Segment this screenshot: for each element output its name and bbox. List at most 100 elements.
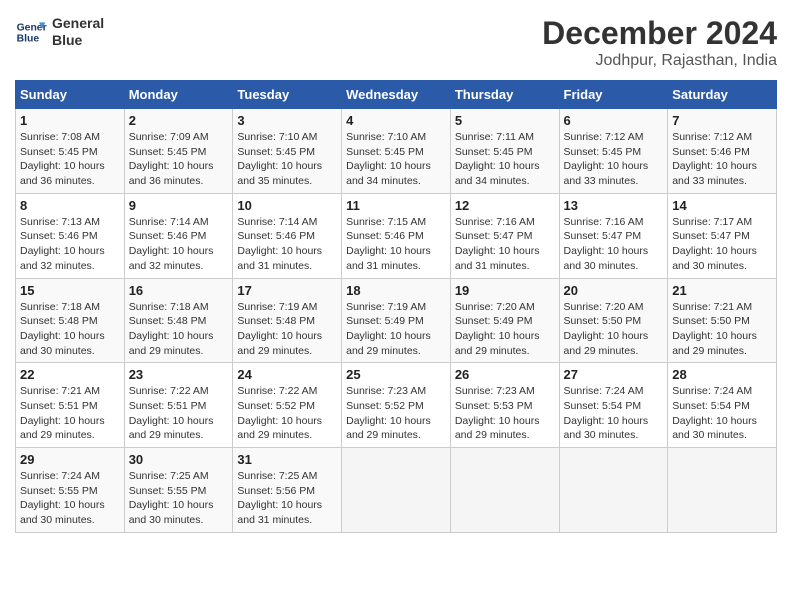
day-number: 7 (672, 113, 772, 128)
day-info: Sunrise: 7:14 AM Sunset: 5:46 PM Dayligh… (237, 215, 337, 274)
calendar-day-cell (342, 448, 451, 533)
header-day-wednesday: Wednesday (342, 81, 451, 109)
svg-text:Blue: Blue (17, 33, 40, 44)
day-info: Sunrise: 7:25 AM Sunset: 5:55 PM Dayligh… (129, 469, 229, 528)
day-info: Sunrise: 7:25 AM Sunset: 5:56 PM Dayligh… (237, 469, 337, 528)
day-number: 27 (564, 367, 664, 382)
calendar-week-row: 15 Sunrise: 7:18 AM Sunset: 5:48 PM Dayli… (16, 278, 777, 363)
calendar-day-cell: 26Sunrise: 7:23 AM Sunset: 5:53 PM Dayli… (450, 363, 559, 448)
calendar-table: SundayMondayTuesdayWednesdayThursdayFrid… (15, 80, 777, 533)
calendar-day-cell: 14 Sunrise: 7:17 AM Sunset: 5:47 PM Dayli… (668, 193, 777, 278)
calendar-day-cell: 8 Sunrise: 7:13 AM Sunset: 5:46 PM Daylig… (16, 193, 125, 278)
day-info: Sunrise: 7:22 AM Sunset: 5:51 PM Dayligh… (129, 384, 229, 443)
calendar-day-cell: 21Sunrise: 7:21 AM Sunset: 5:50 PM Dayli… (668, 278, 777, 363)
calendar-day-cell: 30 Sunrise: 7:25 AM Sunset: 5:55 PM Dayli… (124, 448, 233, 533)
day-number: 1 (20, 113, 120, 128)
day-number: 26 (455, 367, 555, 382)
calendar-day-cell: 27 Sunrise: 7:24 AM Sunset: 5:54 PM Dayli… (559, 363, 668, 448)
day-info: Sunrise: 7:13 AM Sunset: 5:46 PM Dayligh… (20, 215, 120, 274)
calendar-week-row: 29Sunrise: 7:24 AM Sunset: 5:55 PM Dayli… (16, 448, 777, 533)
logo-icon: General Blue (15, 16, 47, 48)
calendar-day-cell: 29Sunrise: 7:24 AM Sunset: 5:55 PM Dayli… (16, 448, 125, 533)
day-number: 30 (129, 452, 229, 467)
day-info: Sunrise: 7:23 AM Sunset: 5:52 PM Dayligh… (346, 384, 446, 443)
day-info: Sunrise: 7:17 AM Sunset: 5:47 PM Dayligh… (672, 215, 772, 274)
day-number: 29 (20, 452, 120, 467)
day-info: Sunrise: 7:18 AM Sunset: 5:48 PM Dayligh… (129, 300, 229, 359)
day-info: Sunrise: 7:18 AM Sunset: 5:48 PM Dayligh… (20, 300, 120, 359)
calendar-day-cell: 7 Sunrise: 7:12 AM Sunset: 5:46 PM Daylig… (668, 109, 777, 194)
day-number: 9 (129, 198, 229, 213)
day-number: 2 (129, 113, 229, 128)
day-info: Sunrise: 7:10 AM Sunset: 5:45 PM Dayligh… (346, 130, 446, 189)
day-info: Sunrise: 7:15 AM Sunset: 5:46 PM Dayligh… (346, 215, 446, 274)
day-number: 18 (346, 283, 446, 298)
calendar-day-cell: 16 Sunrise: 7:18 AM Sunset: 5:48 PM Dayli… (124, 278, 233, 363)
day-info: Sunrise: 7:16 AM Sunset: 5:47 PM Dayligh… (455, 215, 555, 274)
day-info: Sunrise: 7:20 AM Sunset: 5:50 PM Dayligh… (564, 300, 664, 359)
calendar-day-cell: 18 Sunrise: 7:19 AM Sunset: 5:49 PM Dayli… (342, 278, 451, 363)
header-day-sunday: Sunday (16, 81, 125, 109)
day-info: Sunrise: 7:24 AM Sunset: 5:54 PM Dayligh… (564, 384, 664, 443)
calendar-day-cell: 2 Sunrise: 7:09 AM Sunset: 5:45 PM Daylig… (124, 109, 233, 194)
calendar-day-cell: 25 Sunrise: 7:23 AM Sunset: 5:52 PM Dayli… (342, 363, 451, 448)
logo-line1: General (52, 15, 104, 32)
calendar-day-cell: 28Sunrise: 7:24 AM Sunset: 5:54 PM Dayli… (668, 363, 777, 448)
header-day-friday: Friday (559, 81, 668, 109)
logo: General Blue General Blue (15, 15, 104, 49)
day-info: Sunrise: 7:19 AM Sunset: 5:49 PM Dayligh… (346, 300, 446, 359)
calendar-week-row: 22 Sunrise: 7:21 AM Sunset: 5:51 PM Dayli… (16, 363, 777, 448)
day-number: 19 (455, 283, 555, 298)
calendar-day-cell: 17 Sunrise: 7:19 AM Sunset: 5:48 PM Dayli… (233, 278, 342, 363)
calendar-day-cell (559, 448, 668, 533)
day-number: 6 (564, 113, 664, 128)
header-day-tuesday: Tuesday (233, 81, 342, 109)
logo-line2: Blue (52, 32, 104, 49)
day-info: Sunrise: 7:08 AM Sunset: 5:45 PM Dayligh… (20, 130, 120, 189)
day-number: 5 (455, 113, 555, 128)
calendar-header-row: SundayMondayTuesdayWednesdayThursdayFrid… (16, 81, 777, 109)
day-number: 22 (20, 367, 120, 382)
day-info: Sunrise: 7:19 AM Sunset: 5:48 PM Dayligh… (237, 300, 337, 359)
day-number: 3 (237, 113, 337, 128)
day-number: 8 (20, 198, 120, 213)
header-day-monday: Monday (124, 81, 233, 109)
calendar-week-row: 8 Sunrise: 7:13 AM Sunset: 5:46 PM Daylig… (16, 193, 777, 278)
calendar-title: December 2024 (542, 15, 777, 52)
calendar-subtitle: Jodhpur, Rajasthan, India (542, 52, 777, 70)
day-number: 13 (564, 198, 664, 213)
day-number: 11 (346, 198, 446, 213)
day-number: 24 (237, 367, 337, 382)
logo-text: General Blue (52, 15, 104, 49)
calendar-day-cell: 9 Sunrise: 7:14 AM Sunset: 5:46 PM Daylig… (124, 193, 233, 278)
day-number: 31 (237, 452, 337, 467)
calendar-day-cell: 11 Sunrise: 7:15 AM Sunset: 5:46 PM Dayli… (342, 193, 451, 278)
page-header: General Blue General Blue December 2024 … (15, 15, 777, 70)
day-number: 20 (564, 283, 664, 298)
day-info: Sunrise: 7:21 AM Sunset: 5:51 PM Dayligh… (20, 384, 120, 443)
day-info: Sunrise: 7:12 AM Sunset: 5:46 PM Dayligh… (672, 130, 772, 189)
day-number: 23 (129, 367, 229, 382)
day-number: 15 (20, 283, 120, 298)
day-number: 16 (129, 283, 229, 298)
calendar-day-cell: 1 Sunrise: 7:08 AM Sunset: 5:45 PM Daylig… (16, 109, 125, 194)
calendar-day-cell: 19Sunrise: 7:20 AM Sunset: 5:49 PM Dayli… (450, 278, 559, 363)
day-number: 14 (672, 198, 772, 213)
day-info: Sunrise: 7:16 AM Sunset: 5:47 PM Dayligh… (564, 215, 664, 274)
day-info: Sunrise: 7:14 AM Sunset: 5:46 PM Dayligh… (129, 215, 229, 274)
day-info: Sunrise: 7:11 AM Sunset: 5:45 PM Dayligh… (455, 130, 555, 189)
calendar-day-cell: 13 Sunrise: 7:16 AM Sunset: 5:47 PM Dayli… (559, 193, 668, 278)
day-number: 25 (346, 367, 446, 382)
calendar-day-cell: 22 Sunrise: 7:21 AM Sunset: 5:51 PM Dayli… (16, 363, 125, 448)
header-day-saturday: Saturday (668, 81, 777, 109)
day-info: Sunrise: 7:22 AM Sunset: 5:52 PM Dayligh… (237, 384, 337, 443)
calendar-day-cell: 10Sunrise: 7:14 AM Sunset: 5:46 PM Dayli… (233, 193, 342, 278)
day-info: Sunrise: 7:09 AM Sunset: 5:45 PM Dayligh… (129, 130, 229, 189)
calendar-day-cell (668, 448, 777, 533)
day-number: 21 (672, 283, 772, 298)
day-number: 17 (237, 283, 337, 298)
day-number: 12 (455, 198, 555, 213)
calendar-day-cell: 31 Sunrise: 7:25 AM Sunset: 5:56 PM Dayli… (233, 448, 342, 533)
calendar-day-cell: 5 Sunrise: 7:11 AM Sunset: 5:45 PM Daylig… (450, 109, 559, 194)
calendar-day-cell: 12 Sunrise: 7:16 AM Sunset: 5:47 PM Dayli… (450, 193, 559, 278)
